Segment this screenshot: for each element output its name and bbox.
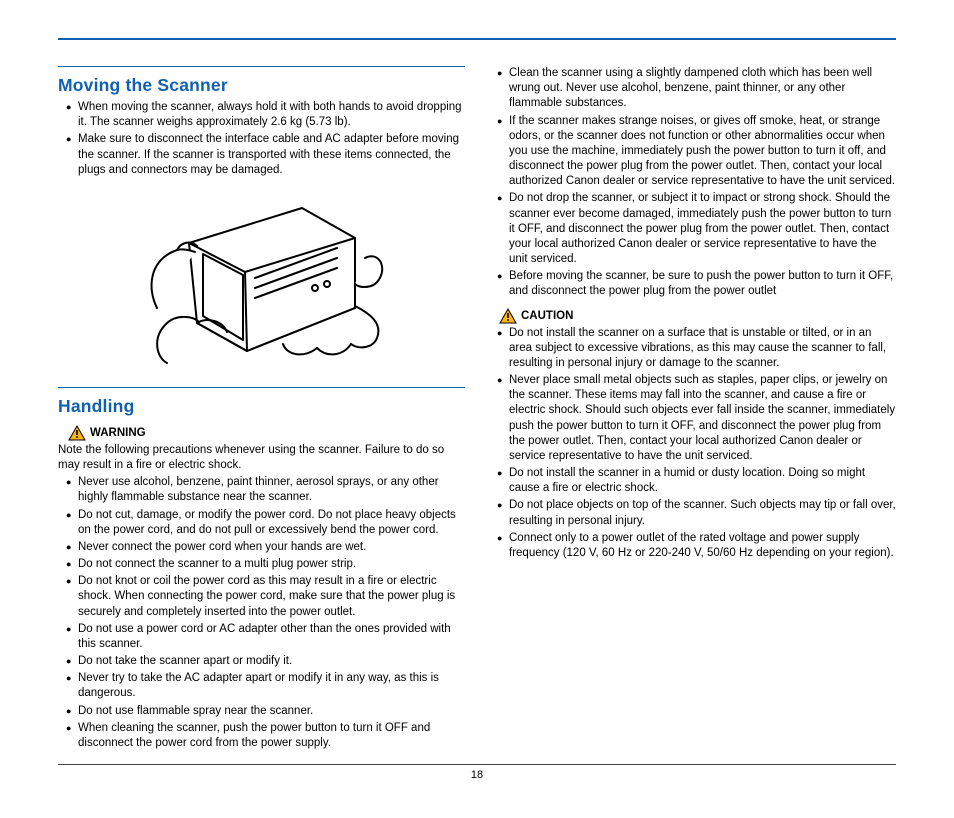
list-item: When cleaning the scanner, push the powe…: [66, 721, 465, 751]
list-item: Clean the scanner using a slightly dampe…: [497, 66, 896, 112]
caution-row: CAUTION: [499, 308, 896, 324]
caution-label: CAUTION: [521, 310, 573, 322]
list-item: Do not install the scanner on a surface …: [497, 326, 896, 372]
list-item: Make sure to disconnect the interface ca…: [66, 132, 465, 178]
list-item: Do not connect the scanner to a multi pl…: [66, 557, 465, 572]
content-columns: Moving the Scanner When moving the scann…: [58, 66, 896, 758]
caution-icon: [499, 308, 517, 324]
list-item: Do not use flammable spray near the scan…: [66, 704, 465, 719]
moving-list: When moving the scanner, always hold it …: [58, 100, 465, 178]
top-rule: [58, 38, 896, 40]
heading-handling: Handling: [58, 387, 465, 417]
warning-icon: [68, 425, 86, 441]
list-item: Do not place objects on top of the scann…: [497, 498, 896, 528]
bottom-rule: [58, 764, 896, 765]
list-item: Do not drop the scanner, or subject it t…: [497, 191, 896, 267]
list-item: Do not knot or coil the power cord as th…: [66, 574, 465, 620]
warning-note: Note the following precautions whenever …: [58, 443, 465, 473]
list-item: Do not cut, damage, or modify the power …: [66, 508, 465, 538]
scanner-illustration: [58, 188, 465, 371]
list-item: Never try to take the AC adapter apart o…: [66, 671, 465, 701]
list-item: Do not take the scanner apart or modify …: [66, 654, 465, 669]
list-item: Do not use a power cord or AC adapter ot…: [66, 622, 465, 652]
page-number: 18: [58, 769, 896, 781]
caution-list: Do not install the scanner on a surface …: [489, 326, 896, 562]
list-item: Never connect the power cord when your h…: [66, 540, 465, 555]
list-item: If the scanner makes strange noises, or …: [497, 114, 896, 190]
list-item: When moving the scanner, always hold it …: [66, 100, 465, 130]
list-item: Do not install the scanner in a humid or…: [497, 466, 896, 496]
list-item: Before moving the scanner, be sure to pu…: [497, 269, 896, 299]
warning-label: WARNING: [90, 427, 146, 439]
page-container: Moving the Scanner When moving the scann…: [0, 0, 954, 818]
warning-row: WARNING: [68, 425, 465, 441]
list-item: Never use alcohol, benzene, paint thinne…: [66, 475, 465, 505]
list-item: Never place small metal objects such as …: [497, 373, 896, 464]
heading-moving: Moving the Scanner: [58, 66, 465, 96]
list-item: Connect only to a power outlet of the ra…: [497, 531, 896, 561]
